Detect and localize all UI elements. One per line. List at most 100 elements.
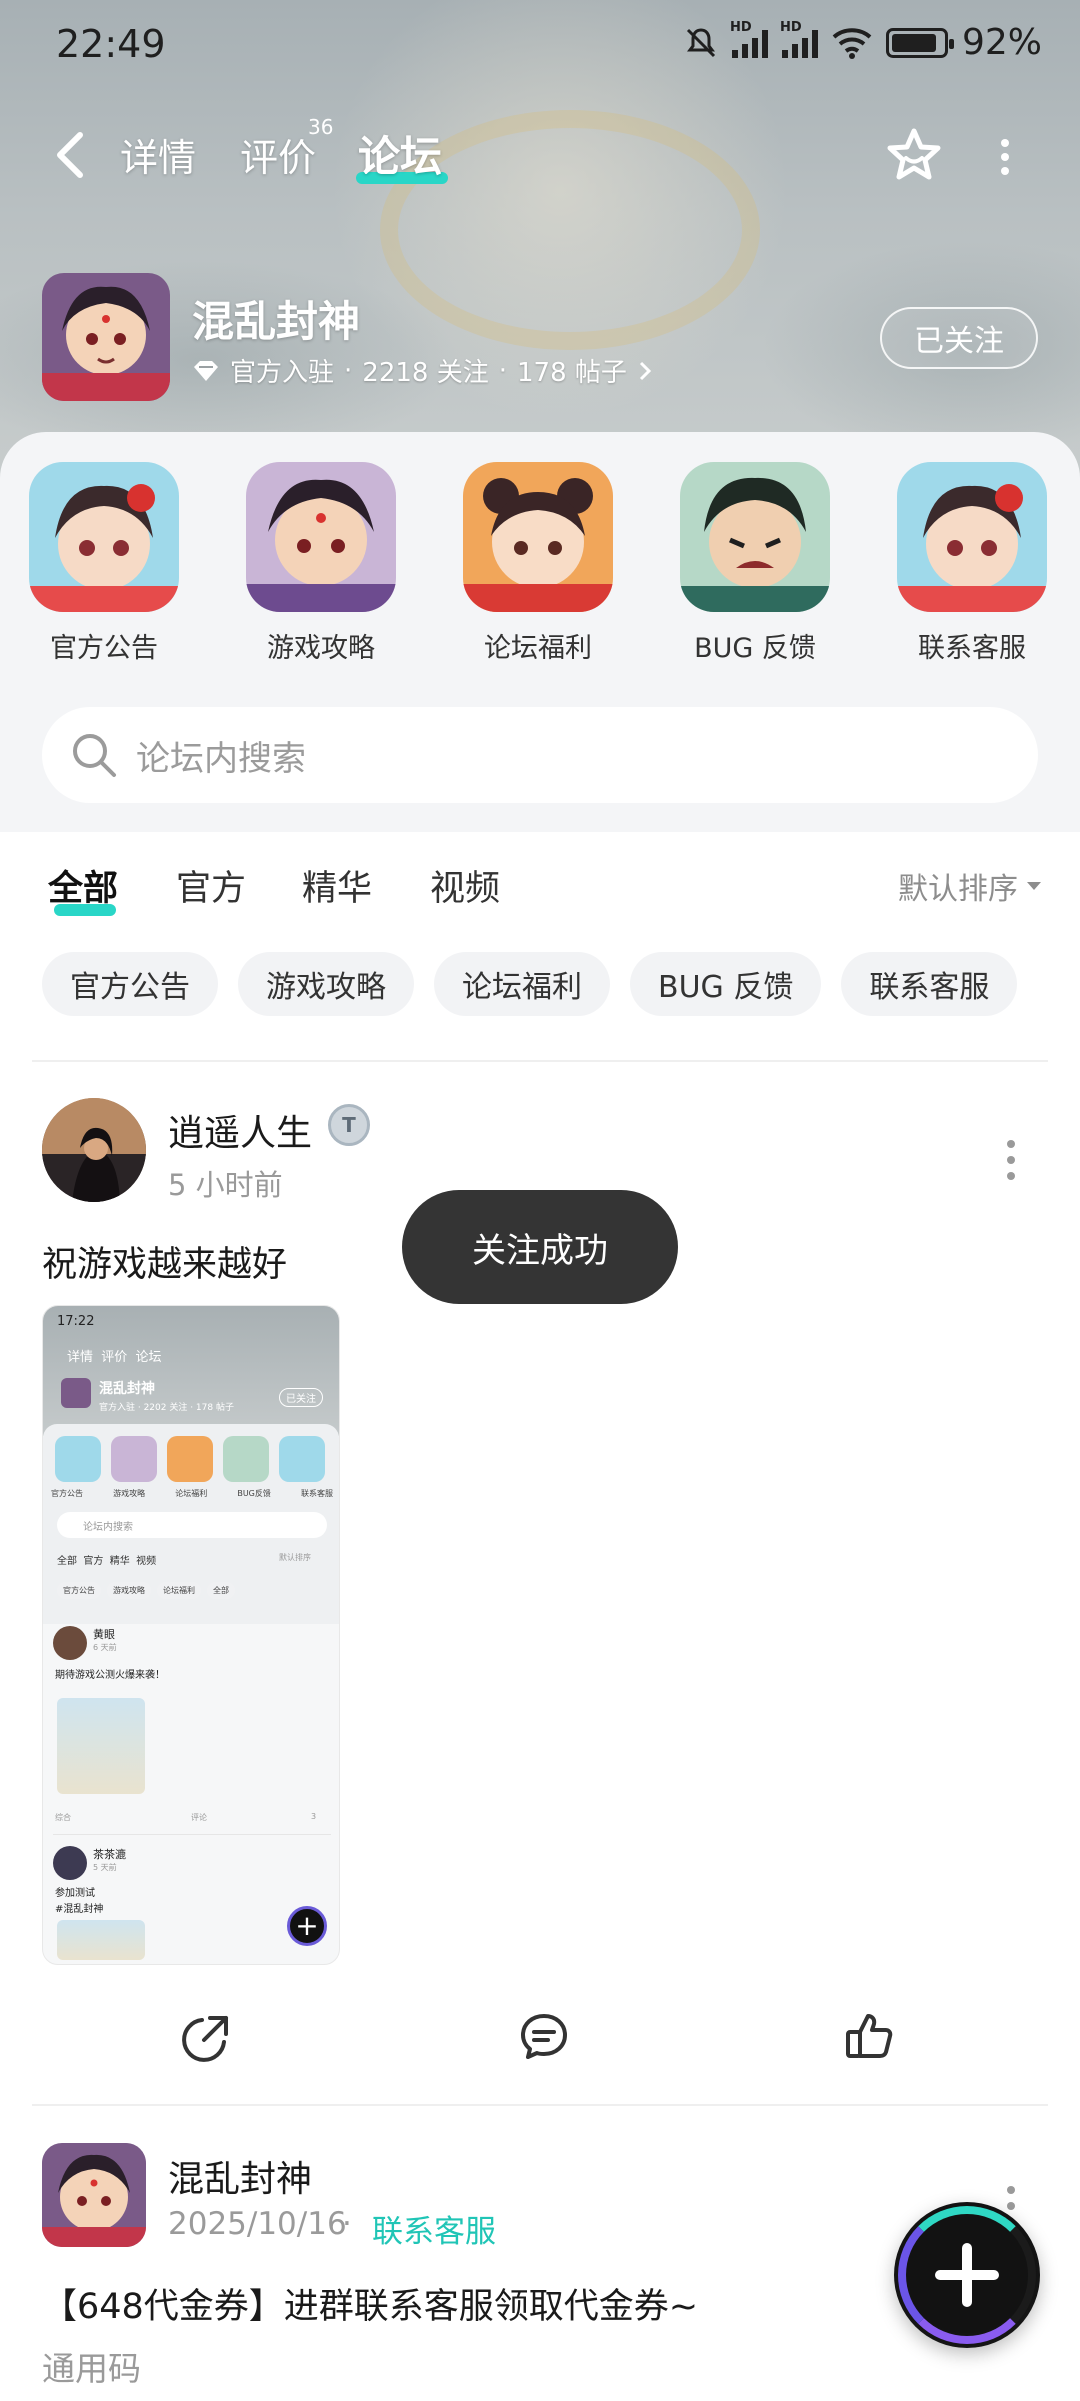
chip-announcement[interactable]: 官方公告 <box>42 952 218 1016</box>
announcement-section-icon <box>29 462 179 612</box>
post-author[interactable]: 逍遥人生 <box>168 1104 312 1156</box>
sort-label: 默认排序 <box>898 872 1018 907</box>
thumb-follow: 已关注 <box>279 1388 323 1407</box>
search-input[interactable]: 论坛内搜索 <box>42 707 1038 803</box>
filter-featured[interactable]: 精华 <box>302 860 372 911</box>
thumb-section-label: 官方公告 <box>51 1489 83 1498</box>
section-label: 官方公告 <box>50 633 158 664</box>
thumb-section-label: 游戏攻略 <box>113 1489 146 1498</box>
thumb-icon-2 <box>111 1436 157 1482</box>
reviews-count-badge: 36 <box>308 115 334 139</box>
chevron-right-icon <box>639 361 652 380</box>
create-post-button[interactable] <box>894 2202 1040 2348</box>
post-text[interactable]: 祝游戏越来越好 <box>42 1236 287 1287</box>
thumb-game-name: 混乱封神 <box>99 1381 155 1397</box>
tab-details[interactable]: 详情 <box>120 127 196 182</box>
thumb-section-label: BUG反馈 <box>237 1489 271 1498</box>
post-time: 5 小时前 <box>168 1168 283 1202</box>
post-image[interactable]: 17:22 详情 评价 论坛 混乱封神 官方入驻 · 2202 关注 · 178… <box>42 1305 340 1965</box>
thumb-post2-time: 5 天前 <box>93 1863 117 1872</box>
thumb-post2-image <box>57 1920 145 1960</box>
filter-video[interactable]: 视频 <box>430 860 500 911</box>
section-label: 论坛福利 <box>484 633 592 664</box>
thumb-post1-comment: 评论 <box>191 1813 207 1822</box>
thumb-chips: 官方公告 游戏攻略 论坛福利 全部 <box>57 1582 235 1599</box>
thumb-plus-icon: + <box>287 1906 327 1946</box>
official-label: 官方入驻 <box>230 358 335 388</box>
tab-forum[interactable]: 论坛 <box>358 123 442 184</box>
caret-down-icon <box>1027 882 1041 890</box>
filter-tabs: 全部 官方 精华 视频 默认排序 <box>0 860 1080 930</box>
mute-icon <box>686 27 716 57</box>
thumb-filters: 全部 官方 精华 视频 <box>57 1556 157 1567</box>
filter-all[interactable]: 全部 <box>48 860 118 911</box>
sort-dropdown[interactable]: 默认排序 <box>898 864 1042 908</box>
battery-icon <box>885 27 954 58</box>
thumb-chip: 全部 <box>207 1582 235 1599</box>
hd-label-2: HD <box>779 19 802 35</box>
battery-level: 92% <box>961 22 1042 63</box>
thumb-game-meta: 官方入驻 · 2202 关注 · 178 帖子 <box>99 1403 234 1413</box>
thumb-chip: 官方公告 <box>57 1582 101 1599</box>
chevron-left-icon[interactable] <box>48 129 92 181</box>
wifi-icon <box>832 27 872 59</box>
divider <box>32 2104 1048 2106</box>
game-meta[interactable]: 官方入驻 · 2218 关注 · 178 帖子 <box>192 352 653 389</box>
post-category-tag[interactable]: 联系客服 <box>372 2206 496 2251</box>
chip-welfare[interactable]: 论坛福利 <box>434 952 610 1016</box>
star-icon[interactable] <box>884 125 944 185</box>
tab-reviews[interactable]: 评价 <box>240 127 316 182</box>
thumb-icon-1 <box>55 1436 101 1482</box>
thumb-chip: 论坛福利 <box>157 1582 201 1599</box>
thumb-time: 17:22 <box>57 1314 95 1329</box>
post-author[interactable]: 混乱封神 <box>168 2150 312 2202</box>
thumbs-up-icon[interactable] <box>842 2008 898 2064</box>
filter-official[interactable]: 官方 <box>176 860 246 911</box>
thumb-chip: 游戏攻略 <box>107 1582 151 1599</box>
post-title[interactable]: 【648代金券】进群联系客服领取代金券~ <box>42 2278 698 2329</box>
more-vertical-icon[interactable] <box>990 137 1020 177</box>
status-time: 22:49 <box>56 22 166 66</box>
follow-button[interactable]: 已关注 <box>880 307 1038 369</box>
signal-icon-2: HD <box>780 20 818 58</box>
thumb-post2-author: 茶茶漉 <box>93 1848 126 1861</box>
thumb-divider <box>53 1834 331 1835</box>
thumb-game-avatar <box>61 1378 91 1408</box>
divider <box>32 1060 1048 1062</box>
thumb-tabs: 详情 评价 论坛 <box>67 1350 162 1365</box>
diamond-icon <box>194 360 218 381</box>
thumb-post1-time: 6 天前 <box>93 1643 117 1652</box>
signal-icon: HD <box>730 20 768 58</box>
chip-bug-report[interactable]: BUG 反馈 <box>630 952 822 1016</box>
plus-icon <box>935 2243 999 2307</box>
thumb-post1-likes: 3 <box>311 1812 317 1821</box>
thumb-post2-text: 参加测试 <box>55 1888 95 1899</box>
user-level-badge-icon: T <box>328 1104 370 1146</box>
status-bar: 22:49 HD HD 92% <box>0 0 1080 90</box>
more-vertical-icon[interactable] <box>1004 1138 1018 1182</box>
avatar[interactable] <box>42 1098 146 1202</box>
comment-icon[interactable] <box>516 2008 572 2064</box>
section-shortcuts: 官方公告 游戏攻略 论坛福利 BUG 反馈 联系客服 <box>0 462 1080 665</box>
thumb-icon-3 <box>167 1436 213 1482</box>
share-icon[interactable] <box>180 2008 236 2064</box>
thumb-section-label: 论坛福利 <box>175 1489 208 1498</box>
section-label: BUG 反馈 <box>694 633 816 664</box>
section-bug-report[interactable]: BUG 反馈 <box>675 462 835 665</box>
meta-separator-2: · <box>498 355 507 386</box>
search-icon <box>73 734 116 777</box>
chip-customer-service[interactable]: 联系客服 <box>841 952 1018 1016</box>
chip-guides[interactable]: 游戏攻略 <box>238 952 414 1016</box>
avatar[interactable] <box>42 2143 146 2247</box>
section-guides[interactable]: 游戏攻略 <box>241 462 401 665</box>
section-label: 联系客服 <box>918 633 1026 664</box>
game-name: 混乱封神 <box>192 297 361 346</box>
game-avatar[interactable] <box>42 273 170 401</box>
thumb-icon-5 <box>279 1436 325 1482</box>
posts-count: 178 帖子 <box>516 358 627 388</box>
thumb-section-label: 联系客服 <box>300 1489 333 1498</box>
top-nav: 详情 评价 36 论坛 <box>0 115 1080 195</box>
section-customer-service[interactable]: 联系客服 <box>892 462 1052 665</box>
section-announcement[interactable]: 官方公告 <box>24 462 184 665</box>
section-welfare[interactable]: 论坛福利 <box>458 462 618 665</box>
